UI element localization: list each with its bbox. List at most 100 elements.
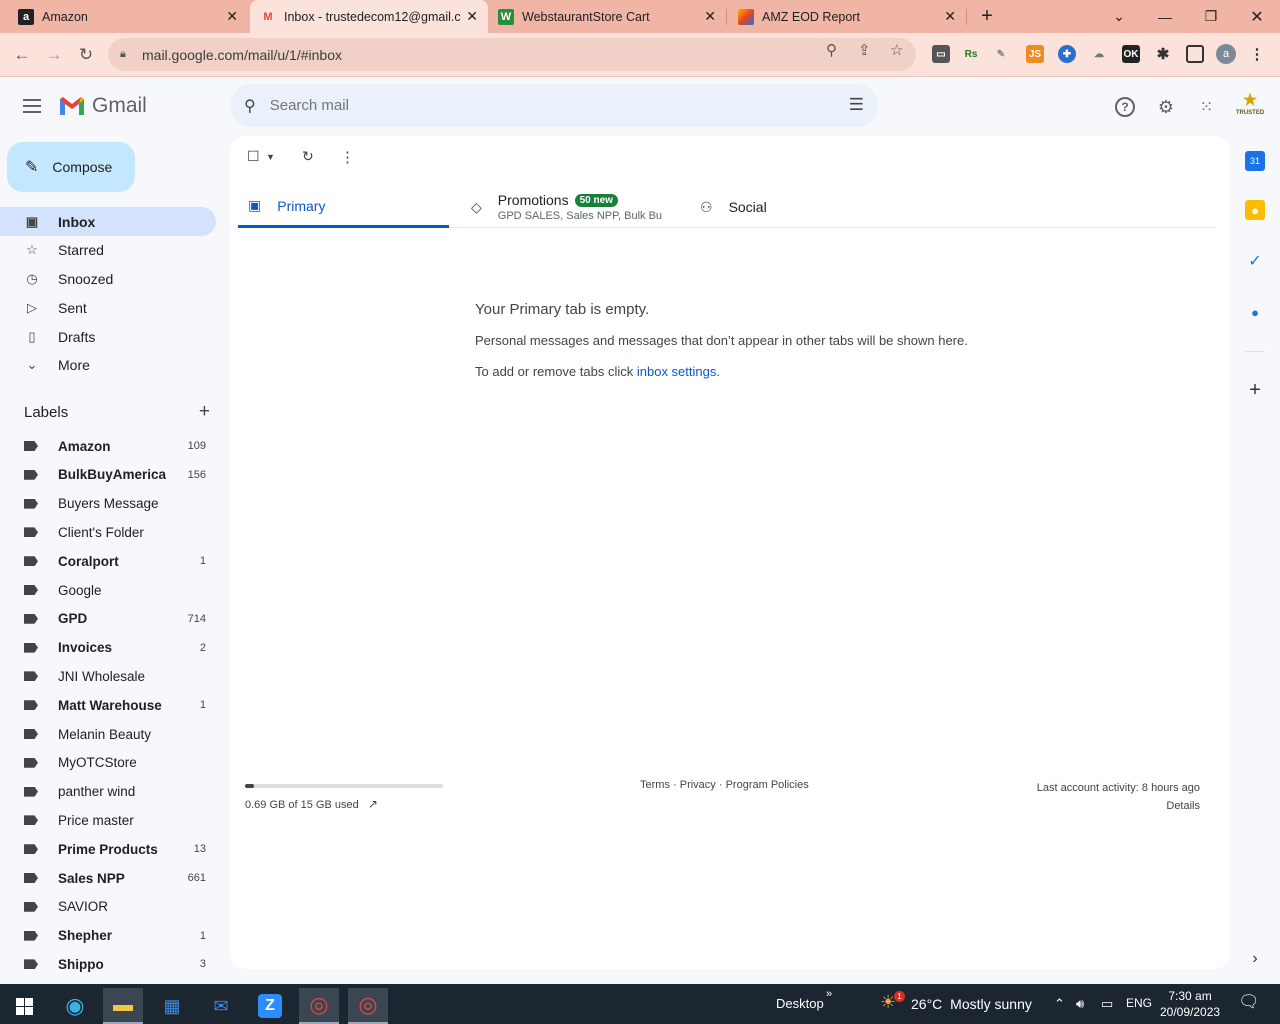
network-icon[interactable]: ▭ bbox=[1101, 996, 1113, 1012]
label-item[interactable]: Coralport 1 bbox=[0, 547, 216, 575]
add-label-icon[interactable]: + bbox=[199, 402, 210, 421]
nav-item-starred[interactable]: ☆ Starred bbox=[0, 235, 216, 264]
bookmark-star-icon[interactable]: ☆ bbox=[890, 41, 903, 59]
browser-tab-amazon[interactable]: a Amazon ✕ bbox=[8, 0, 248, 33]
extension-globe-icon[interactable]: ✚ bbox=[1058, 45, 1076, 63]
label-item[interactable]: Shepher 1 bbox=[0, 922, 216, 950]
settings-gear-icon[interactable]: ⚙ bbox=[1154, 95, 1178, 119]
mail-icon[interactable]: ✉ bbox=[201, 988, 241, 1024]
inbox-settings-link[interactable]: inbox settings bbox=[637, 364, 717, 379]
close-window-button[interactable]: ✕ bbox=[1234, 0, 1280, 33]
desktop-toolbar-label[interactable]: Desktop bbox=[776, 996, 824, 1011]
zoom-icon[interactable]: ⚲ bbox=[826, 41, 837, 59]
extensions-puzzle-icon[interactable]: ✱ bbox=[1154, 45, 1172, 63]
forward-arrow-icon[interactable]: → bbox=[41, 42, 67, 68]
label-item[interactable]: Buyers Message bbox=[0, 490, 216, 518]
extension-ok-icon[interactable]: OK bbox=[1122, 45, 1140, 63]
search-options-icon[interactable]: ☰ bbox=[849, 95, 864, 115]
profile-avatar[interactable]: a bbox=[1216, 44, 1236, 64]
browser-tab-amz-report[interactable]: AMZ EOD Report ✕ bbox=[728, 0, 966, 33]
label-item[interactable]: Shippo 3 bbox=[0, 950, 216, 978]
search-input[interactable] bbox=[269, 97, 810, 114]
extension-pen-icon[interactable]: ✎ bbox=[992, 45, 1010, 63]
label-item[interactable]: Price master bbox=[0, 806, 216, 834]
label-item[interactable]: Sales NPP 661 bbox=[0, 864, 216, 892]
chrome-menu-icon[interactable]: ⋮ bbox=[1248, 45, 1266, 63]
search-icon[interactable]: ⚲ bbox=[244, 96, 256, 116]
main-menu-icon[interactable] bbox=[22, 96, 42, 116]
notifications-icon[interactable]: 🗨︎ bbox=[1238, 992, 1260, 1012]
label-item[interactable]: Prime Products 13 bbox=[0, 835, 216, 863]
new-tab-button[interactable]: + bbox=[964, 0, 1010, 33]
system-clock[interactable]: 7:30 am 20/09/2023 bbox=[1160, 988, 1220, 1020]
nav-item-snoozed[interactable]: ◷ Snoozed bbox=[0, 264, 216, 293]
compose-button[interactable]: ✎ Compose bbox=[7, 142, 135, 192]
side-panel-icon[interactable] bbox=[1186, 45, 1204, 63]
label-item[interactable]: Matt Warehouse 1 bbox=[0, 691, 216, 719]
close-tab-icon[interactable]: ✕ bbox=[944, 8, 956, 25]
minimize-button[interactable]: — bbox=[1142, 0, 1188, 33]
share-icon[interactable]: ⇪ bbox=[858, 41, 871, 59]
terms-link[interactable]: Terms bbox=[640, 779, 670, 791]
weather-widget[interactable]: 26°C Mostly sunny bbox=[911, 996, 1032, 1012]
contacts-icon[interactable]: ● bbox=[1245, 302, 1265, 322]
label-item[interactable]: GPD 714 bbox=[0, 605, 216, 633]
edge-icon[interactable]: ◉ bbox=[55, 988, 95, 1024]
close-tab-icon[interactable]: ✕ bbox=[226, 8, 238, 25]
volume-icon[interactable]: 🔊︎ bbox=[1076, 996, 1084, 1012]
address-bar[interactable]: 🔒︎ mail.google.com/mail/u/1/#inbox bbox=[108, 38, 916, 71]
label-item[interactable]: JNI Wholesale bbox=[0, 662, 216, 690]
zoom-app-icon[interactable]: Z bbox=[250, 988, 290, 1024]
microsoft-store-icon[interactable]: ▦ bbox=[152, 988, 192, 1024]
search-bar[interactable]: ⚲ ☰ bbox=[230, 84, 878, 127]
select-all-checkbox[interactable]: ☐ bbox=[247, 148, 260, 165]
label-item[interactable]: MyOTCStore bbox=[0, 749, 216, 777]
external-link-icon[interactable]: ↗ bbox=[368, 797, 378, 811]
tab-promotions[interactable]: ◇ Promotions 50 new GPD SALES, Sales NPP… bbox=[471, 186, 681, 228]
nav-item-drafts[interactable]: ▯ Drafts bbox=[0, 322, 216, 351]
reload-icon[interactable]: ↻ bbox=[73, 42, 99, 68]
close-tab-icon[interactable]: ✕ bbox=[466, 8, 478, 25]
restore-button[interactable]: ❐ bbox=[1188, 0, 1234, 33]
browser-tab-webstaurant[interactable]: W WebstaurantStore Cart ✕ bbox=[488, 0, 726, 33]
account-avatar[interactable]: ★ TRUSTED bbox=[1236, 90, 1264, 120]
extension-cloud-icon[interactable]: ☁ bbox=[1090, 45, 1108, 63]
google-apps-icon[interactable]: ⁙ bbox=[1194, 95, 1218, 119]
extension-rs-icon[interactable]: Rs bbox=[962, 45, 980, 63]
gmail-logo[interactable]: Gmail bbox=[58, 94, 147, 118]
get-addons-icon[interactable]: + bbox=[1245, 379, 1265, 401]
details-link[interactable]: Details bbox=[1037, 797, 1200, 815]
language-indicator[interactable]: ENG bbox=[1126, 996, 1152, 1010]
privacy-link[interactable]: Privacy bbox=[680, 779, 716, 791]
calendar-icon[interactable]: 31 bbox=[1245, 151, 1265, 171]
windows-start-icon[interactable] bbox=[4, 988, 44, 1024]
chrome-profile-icon[interactable]: ◎ bbox=[348, 988, 388, 1024]
chrome-icon[interactable]: ◎ bbox=[299, 988, 339, 1024]
label-item[interactable]: SAVIOR bbox=[0, 893, 216, 921]
browser-tab-gmail[interactable]: M Inbox - trustedecom12@gmail.com ✕ bbox=[250, 0, 488, 33]
file-explorer-icon[interactable]: ▬ bbox=[103, 988, 143, 1024]
nav-item-inbox[interactable]: ▣ Inbox bbox=[0, 207, 216, 236]
help-icon[interactable]: ? bbox=[1115, 97, 1135, 117]
tab-search-icon[interactable]: ⌄ bbox=[1096, 0, 1142, 33]
toolbar-expand-icon[interactable]: » bbox=[826, 988, 832, 1000]
close-tab-icon[interactable]: ✕ bbox=[704, 8, 716, 25]
tab-social[interactable]: ⚇ Social bbox=[700, 186, 900, 228]
more-options-icon[interactable]: ⋮ bbox=[340, 148, 355, 166]
program-policies-link[interactable]: Program Policies bbox=[726, 779, 809, 791]
keep-icon[interactable]: ● bbox=[1245, 200, 1265, 220]
show-hidden-icons-icon[interactable]: ⌃ bbox=[1054, 996, 1065, 1012]
select-dropdown-icon[interactable]: ▼ bbox=[266, 152, 275, 162]
extension-js-icon[interactable]: JS bbox=[1026, 45, 1044, 63]
label-item[interactable]: Google bbox=[0, 576, 216, 604]
tasks-icon[interactable]: ✓ bbox=[1245, 251, 1265, 271]
extension-off-icon[interactable]: ▭ bbox=[932, 45, 950, 63]
label-item[interactable]: Amazon 109 bbox=[0, 432, 216, 460]
tab-primary[interactable]: ▣ Primary bbox=[238, 186, 449, 228]
label-item[interactable]: Invoices 2 bbox=[0, 634, 216, 662]
back-arrow-icon[interactable]: ← bbox=[9, 42, 35, 68]
label-item[interactable]: Melanin Beauty bbox=[0, 720, 216, 748]
nav-item-more[interactable]: ⌄ More bbox=[0, 350, 216, 379]
label-item[interactable]: panther wind bbox=[0, 778, 216, 806]
refresh-icon[interactable]: ↻ bbox=[302, 148, 314, 165]
